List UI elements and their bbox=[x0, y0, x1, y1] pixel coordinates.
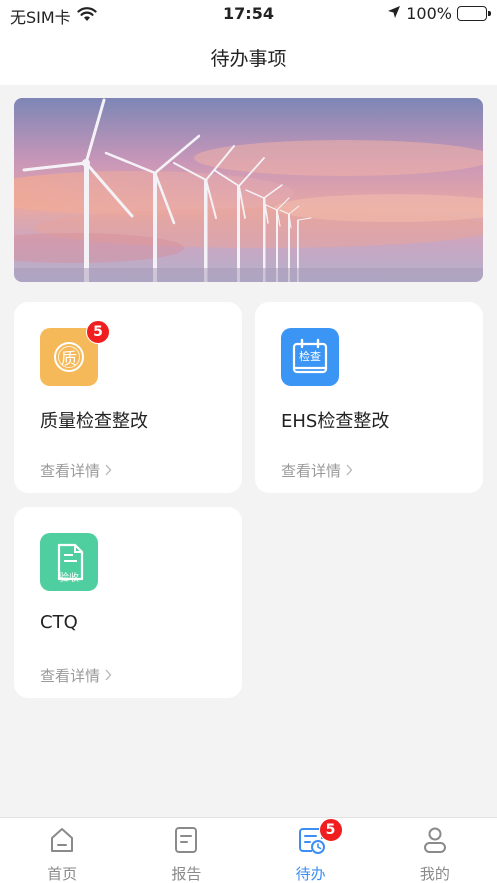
tab-report[interactable]: 报告 bbox=[124, 818, 248, 883]
tab-label: 我的 bbox=[419, 865, 450, 883]
card-ctq[interactable]: 验收 CTQ 查看详情 bbox=[14, 507, 242, 698]
view-details-link[interactable]: 查看详情 bbox=[281, 460, 353, 481]
status-bar: 无SIM卡 17:54 100% bbox=[0, 0, 497, 30]
chevron-right-icon bbox=[345, 462, 353, 480]
calendar-check-icon: 检查 bbox=[281, 328, 339, 386]
view-details-link[interactable]: 查看详情 bbox=[40, 460, 112, 481]
document-check-icon: 验收 bbox=[40, 533, 98, 591]
page-title: 待办事项 bbox=[210, 48, 287, 70]
home-icon bbox=[47, 825, 77, 855]
card-title: EHS检查整改 bbox=[281, 411, 390, 432]
quality-badge: 5 bbox=[86, 320, 110, 344]
banner-image[interactable] bbox=[14, 98, 483, 282]
view-details-label: 查看详情 bbox=[40, 667, 101, 685]
nav-bar: 待办事项 bbox=[0, 30, 497, 85]
battery-icon bbox=[457, 6, 491, 21]
todo-badge: 5 bbox=[318, 818, 343, 842]
card-quality-inspection[interactable]: 质 5 质量检查整改 查看详情 bbox=[14, 302, 242, 493]
card-ehs-inspection[interactable]: 检查 EHS检查整改 查看详情 bbox=[255, 302, 483, 493]
tab-home[interactable]: 首页 bbox=[0, 818, 124, 883]
view-details-label: 查看详情 bbox=[281, 462, 342, 480]
ehs-icon-text: 检查 bbox=[299, 350, 321, 363]
report-icon bbox=[171, 825, 201, 855]
profile-icon bbox=[420, 825, 450, 855]
battery-percent: 100% bbox=[406, 4, 452, 23]
view-details-link[interactable]: 查看详情 bbox=[40, 665, 112, 686]
tab-label: 首页 bbox=[47, 865, 78, 883]
quality-icon-text: 质 bbox=[60, 349, 77, 368]
chevron-right-icon bbox=[104, 667, 112, 685]
tab-label: 待办 bbox=[295, 865, 326, 883]
view-details-label: 查看详情 bbox=[40, 462, 101, 480]
tab-label: 报告 bbox=[171, 865, 202, 883]
chevron-right-icon bbox=[104, 462, 112, 480]
tab-profile[interactable]: 我的 bbox=[373, 818, 497, 883]
ctq-icon-text: 验收 bbox=[59, 573, 79, 584]
card-title: 质量检查整改 bbox=[40, 411, 148, 432]
tab-bar: 首页 报告 5 待办 我的 bbox=[0, 817, 497, 883]
tab-todo[interactable]: 5 待办 bbox=[249, 818, 373, 883]
status-right: 100% bbox=[387, 4, 491, 23]
location-arrow-icon bbox=[387, 4, 401, 23]
card-title: CTQ bbox=[40, 612, 78, 633]
